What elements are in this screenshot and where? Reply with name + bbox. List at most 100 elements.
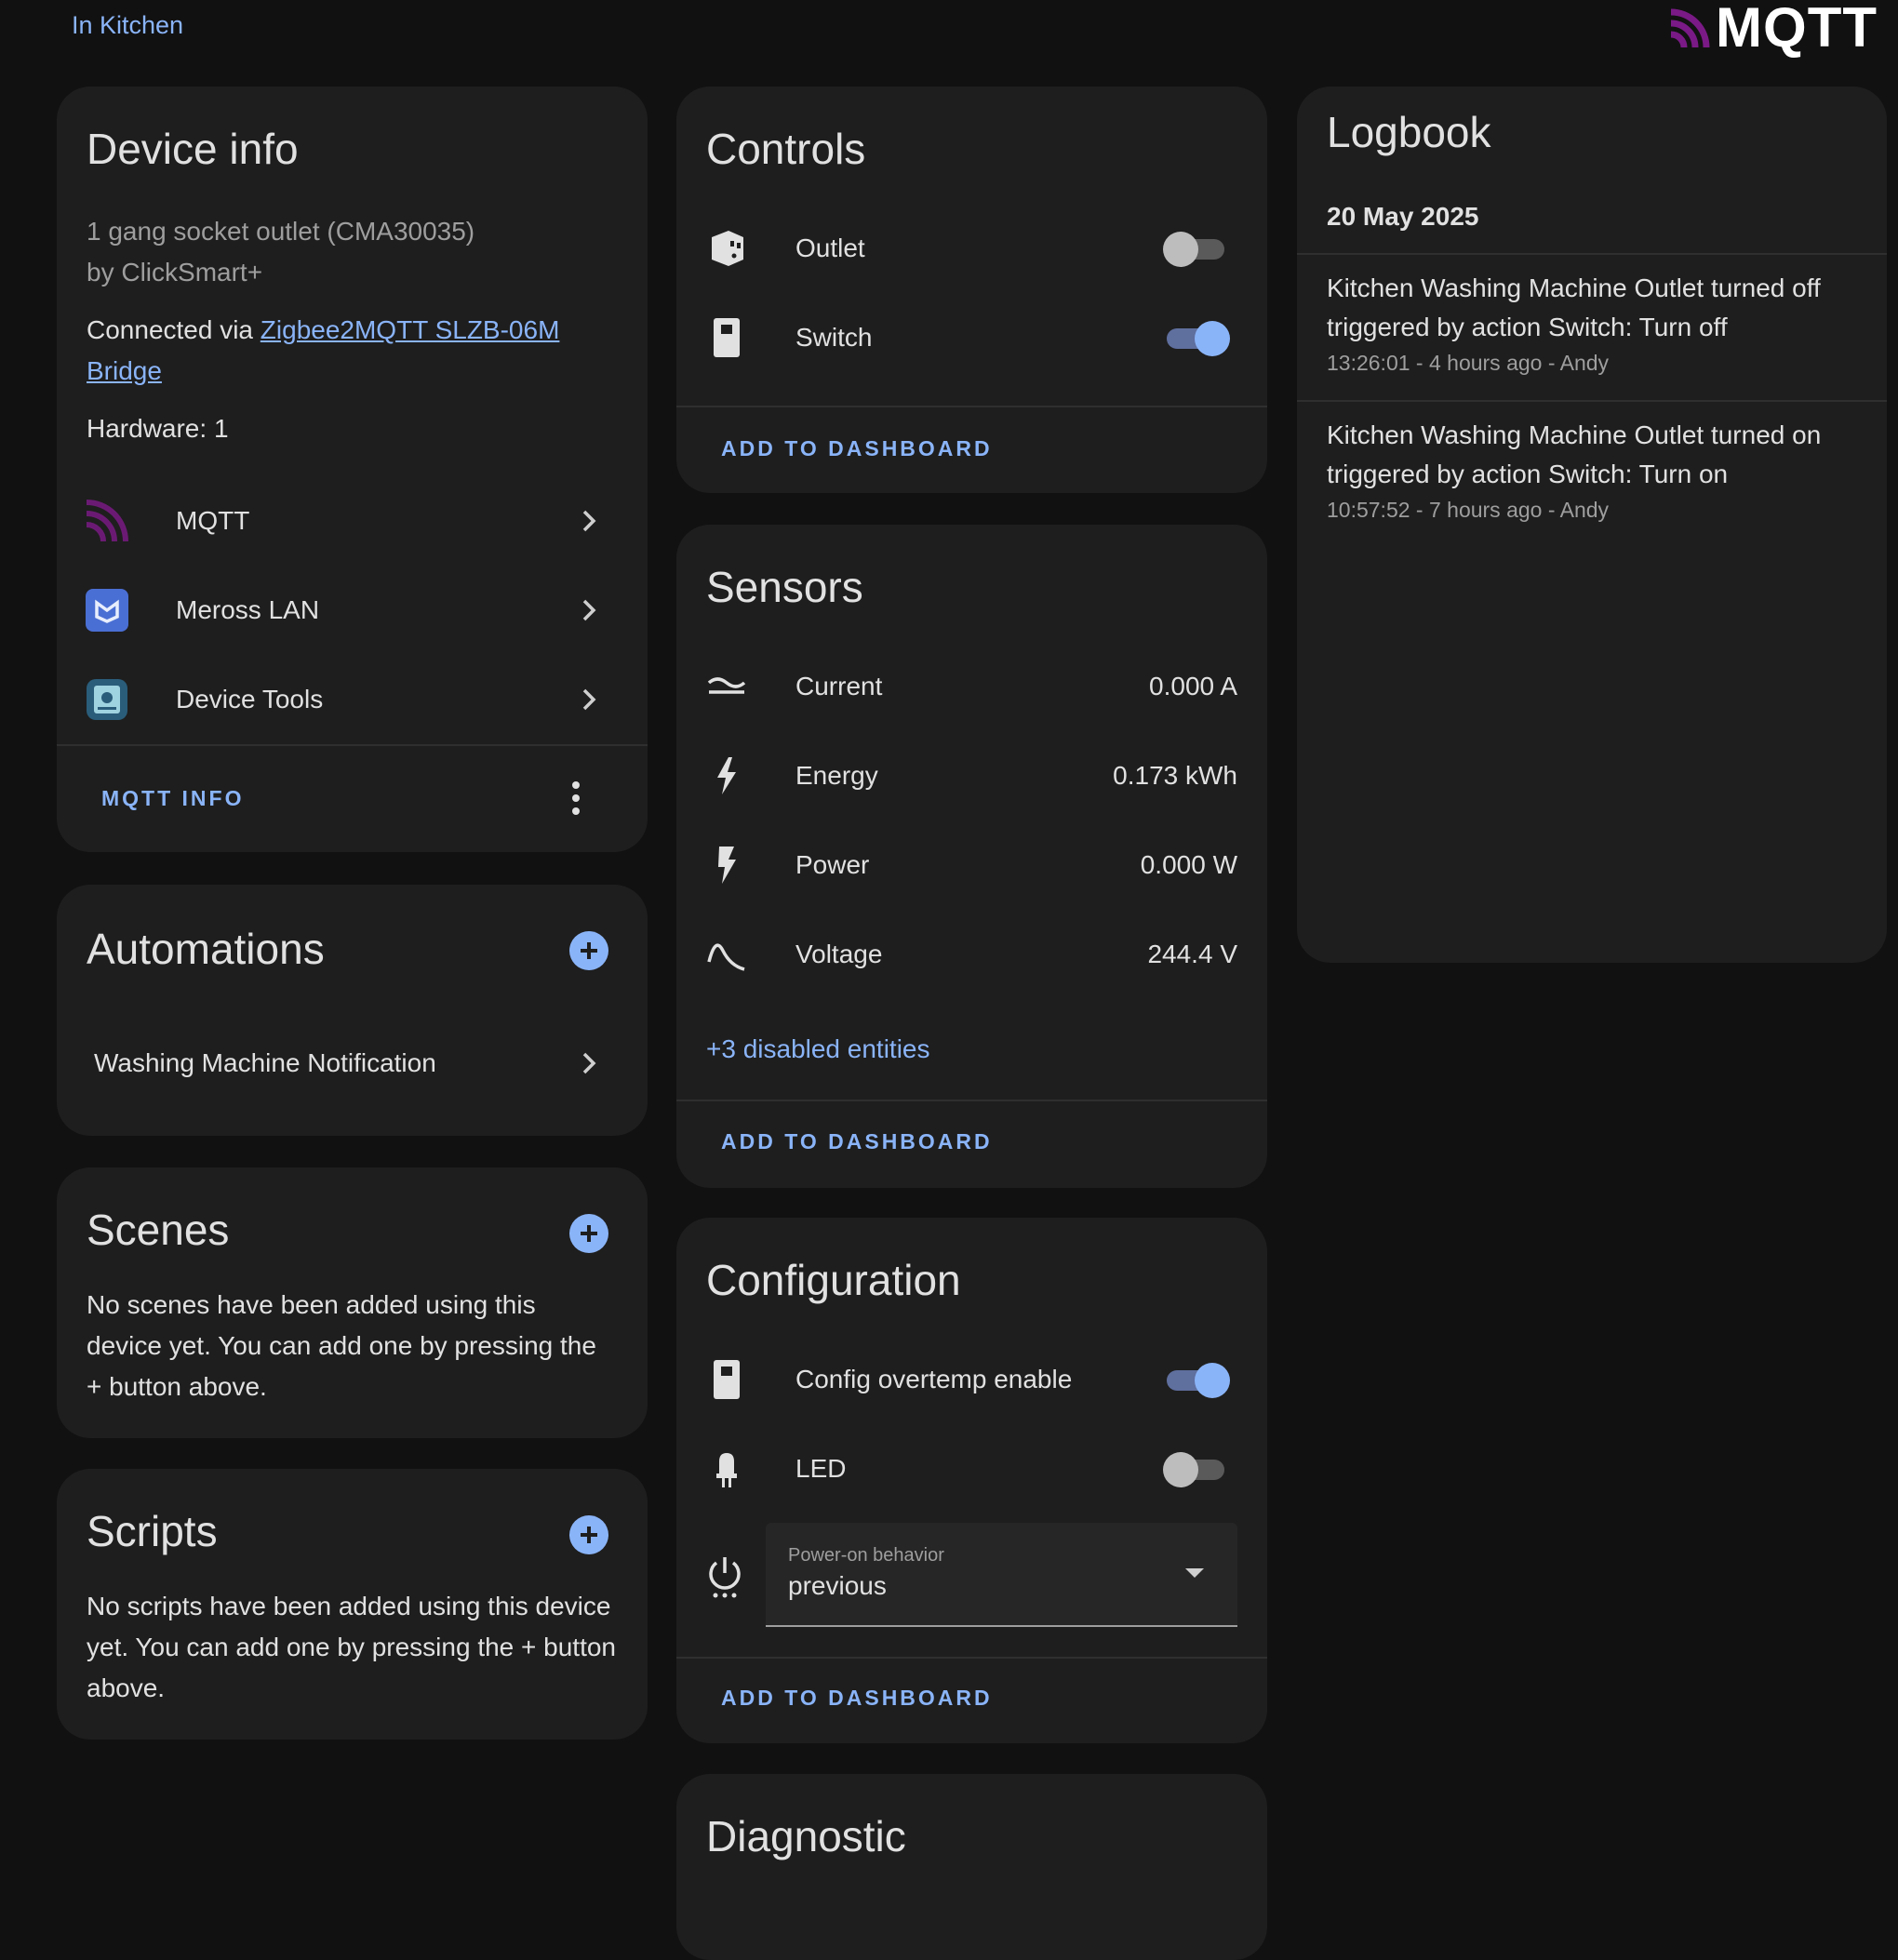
connected-via-prefix: Connected via (87, 315, 261, 344)
card-divider (57, 744, 648, 746)
device-model: 1 gang socket outlet (CMA30035) (87, 217, 475, 246)
sensors-add-to-dashboard-button[interactable]: ADD TO DASHBOARD (721, 1129, 993, 1154)
chevron-right-icon (575, 686, 603, 713)
control-label: Switch (795, 323, 873, 352)
overtemp-toggle[interactable] (1163, 1357, 1230, 1402)
configuration-add-to-dashboard-button[interactable]: ADD TO DASHBOARD (721, 1686, 993, 1711)
config-led-row: LED (676, 1424, 1267, 1513)
log-entry-line1: Kitchen Washing Machine Outlet turned on (1327, 420, 1822, 449)
switch-icon (704, 315, 749, 360)
logbook-card: Logbook 20 May 2025 Kitchen Washing Mach… (1297, 87, 1887, 963)
logbook-date: 20 May 2025 (1327, 202, 1479, 231)
logbook-divider (1297, 400, 1887, 402)
integration-device-tools[interactable]: Device Tools (57, 655, 648, 744)
scenes-card: Scenes No scenes have been added using t… (57, 1167, 648, 1438)
device-info-title: Device info (87, 125, 299, 173)
area-link[interactable]: In Kitchen (72, 11, 183, 40)
diagnostic-title: Diagnostic (706, 1812, 906, 1860)
flash-icon (704, 843, 749, 887)
logbook-title: Logbook (1327, 108, 1491, 156)
sensor-row[interactable]: Voltage 244.4 V (676, 910, 1267, 999)
dropdown-arrow-icon (1185, 1567, 1204, 1584)
config-label: LED (795, 1454, 847, 1483)
connected-via-line2: Bridge (87, 351, 618, 392)
control-label: Outlet (795, 233, 865, 262)
sensor-value: 244.4 V (1147, 940, 1237, 968)
power-settings-icon (706, 1554, 743, 1604)
bridge-link[interactable]: Zigbee2MQTT SLZB-06M (261, 315, 560, 344)
controls-title: Controls (706, 125, 866, 173)
automation-label: Washing Machine Notification (94, 1048, 436, 1077)
integration-label: Device Tools (176, 685, 324, 713)
more-options-icon[interactable] (569, 780, 582, 817)
power-on-behavior-row: Power-on behavior previous (676, 1523, 1267, 1627)
plus-icon (581, 1225, 597, 1242)
sensor-row[interactable]: Power 0.000 W (676, 820, 1267, 910)
add-scene-button[interactable] (569, 1214, 608, 1253)
automations-card: Automations Washing Machine Notification (57, 885, 648, 1136)
connected-via: Connected via Zigbee2MQTT SLZB-06M (87, 310, 618, 351)
sensor-label: Power (795, 850, 870, 879)
sensor-label: Energy (795, 761, 878, 790)
logbook-divider (1297, 253, 1887, 255)
log-entry-line2: triggered by action Switch: Turn on (1327, 460, 1729, 488)
mqtt-logo-icon (1670, 8, 1710, 48)
current-ac-icon (704, 664, 749, 709)
power-on-behavior-select[interactable]: Power-on behavior previous (766, 1523, 1237, 1627)
scripts-empty-text: No scripts have been added using this de… (87, 1592, 616, 1702)
config-label: Config overtemp enable (795, 1365, 1073, 1393)
hardware-version: Hardware: 1 (87, 414, 229, 443)
logbook-entry[interactable]: Kitchen Washing Machine Outlet turned on… (1327, 416, 1857, 526)
chevron-right-icon (575, 596, 603, 624)
scenes-title: Scenes (87, 1206, 230, 1254)
automation-item[interactable]: Washing Machine Notification (57, 1019, 648, 1108)
automations-title: Automations (87, 925, 325, 973)
logbook-entry[interactable]: Kitchen Washing Machine Outlet turned of… (1327, 269, 1857, 379)
lightning-bolt-icon (704, 753, 749, 798)
sensor-row[interactable]: Energy 0.173 kWh (676, 731, 1267, 820)
scripts-card: Scripts No scripts have been added using… (57, 1469, 648, 1740)
disabled-entities-link[interactable]: +3 disabled entities (706, 1034, 930, 1064)
sensor-value: 0.000 A (1149, 672, 1237, 700)
configuration-title: Configuration (706, 1256, 961, 1304)
mqtt-brand-logo: MQTT (1669, 0, 1878, 56)
switch-icon (704, 1357, 749, 1402)
sensor-value: 0.173 kWh (1113, 761, 1237, 790)
scripts-title: Scripts (87, 1507, 218, 1555)
log-entry-meta: 13:26:01 - 4 hours ago - Andy (1327, 351, 1610, 375)
log-entry-meta: 10:57:52 - 7 hours ago - Andy (1327, 498, 1610, 522)
diagnostic-card: Diagnostic (676, 1774, 1267, 1960)
control-outlet: Outlet (676, 204, 1267, 293)
sensor-label: Voltage (795, 940, 883, 968)
config-overtemp-row: Config overtemp enable (676, 1335, 1267, 1424)
sensor-label: Current (795, 672, 883, 700)
plus-icon (581, 1527, 597, 1543)
add-script-button[interactable] (569, 1515, 608, 1554)
controls-card: Controls Outlet Switch ADD TO DASHBOARD (676, 87, 1267, 493)
chevron-right-icon (575, 1049, 603, 1077)
integration-label: MQTT (176, 506, 250, 535)
led-toggle[interactable] (1163, 1447, 1228, 1491)
device-info-card: Device info 1 gang socket outlet (CMA300… (57, 87, 648, 852)
integration-label: Meross LAN (176, 595, 320, 624)
sensor-row[interactable]: Current 0.000 A (676, 642, 1267, 731)
bridge-link-cont[interactable]: Bridge (87, 356, 162, 385)
sensor-value: 0.000 W (1140, 850, 1237, 879)
mqtt-info-button[interactable]: MQTT INFO (101, 786, 244, 811)
outlet-toggle[interactable] (1163, 226, 1228, 271)
controls-add-to-dashboard-button[interactable]: ADD TO DASHBOARD (721, 436, 993, 461)
integration-mqtt[interactable]: MQTT (57, 476, 648, 566)
control-switch: Switch (676, 293, 1267, 382)
chevron-right-icon (575, 507, 603, 535)
sensors-card: Sensors Current 0.000 A Energy 0.173 kWh… (676, 525, 1267, 1188)
add-automation-button[interactable] (569, 931, 608, 970)
brand-text: MQTT (1716, 0, 1878, 59)
log-entry-line2: triggered by action Switch: Turn off (1327, 313, 1728, 341)
sine-wave-icon (704, 932, 749, 977)
integration-meross[interactable]: Meross LAN (57, 566, 648, 655)
card-divider (676, 1100, 1267, 1101)
mqtt-icon (85, 499, 129, 543)
switch-toggle[interactable] (1163, 315, 1230, 360)
log-entry-line1: Kitchen Washing Machine Outlet turned of… (1327, 273, 1821, 302)
power-socket-icon (704, 226, 749, 271)
